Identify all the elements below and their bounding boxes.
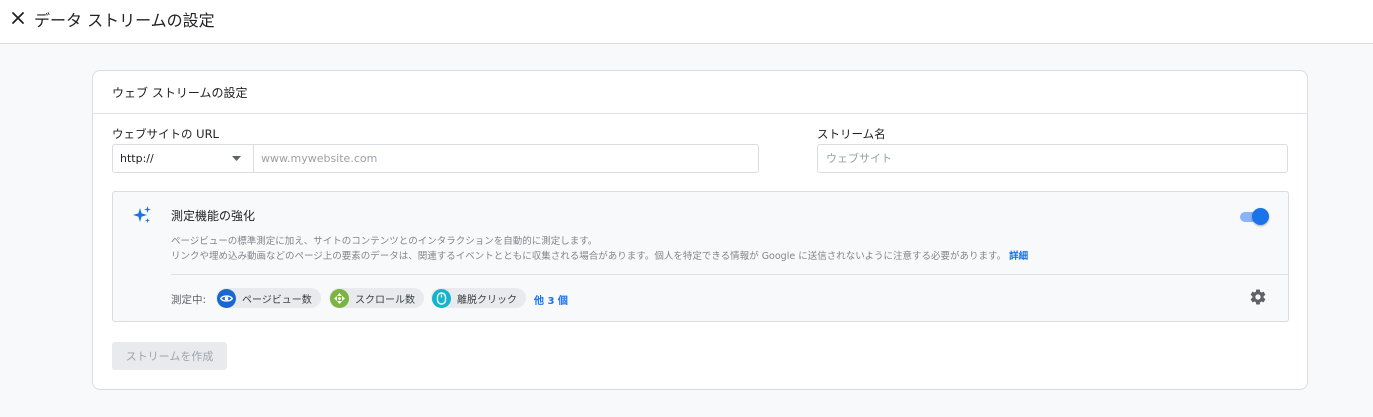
web-stream-settings-card: ウェブ ストリームの設定 ウェブサイトの URL http:// ストリーム名 …	[92, 70, 1308, 390]
enhanced-measurement-toggle[interactable]	[1240, 208, 1270, 226]
card-title: ウェブ ストリームの設定	[112, 86, 248, 100]
url-field-label: ウェブサイトの URL	[112, 127, 219, 141]
chip-outbound-clicks[interactable]: 離脱クリック	[431, 288, 526, 308]
scroll-icon	[330, 288, 349, 308]
website-url-input[interactable]	[254, 145, 758, 172]
measuring-label: 測定中:	[171, 294, 207, 306]
eye-icon	[217, 288, 236, 308]
divider	[171, 274, 1288, 275]
chip-scrolls[interactable]: スクロール数	[329, 288, 424, 308]
enhanced-measurement-title: 測定機能の強化	[171, 209, 256, 223]
stream-name-input[interactable]	[817, 144, 1288, 173]
create-stream-button[interactable]: ストリームを作成	[112, 342, 227, 370]
toggle-knob	[1252, 208, 1269, 225]
stream-name-label: ストリーム名	[817, 127, 886, 141]
top-bar: データ ストリームの設定	[0, 0, 1373, 44]
caret-down-icon	[232, 156, 241, 161]
chip-label: ページビュー数	[242, 294, 312, 306]
settings-button[interactable]	[1249, 288, 1267, 306]
details-link[interactable]: 詳細	[1009, 251, 1028, 262]
enhanced-measurement-description-1: ページビューの標準測定に加え、サイトのコンテンツとのインタラクションを自動的に測…	[171, 236, 598, 247]
protocol-select-value: http://	[120, 152, 154, 165]
mouse-icon	[432, 288, 451, 308]
close-button[interactable]	[9, 9, 27, 27]
enhanced-measurement-panel: 測定機能の強化 ページビューの標準測定に加え、サイトのコンテンツとのインタラクシ…	[112, 191, 1289, 322]
description-line2-text: リンクや埋め込み動画などのページ上の要素のデータは、関連するイベントとともに収集…	[171, 251, 1007, 262]
enhanced-measurement-description-2: リンクや埋め込み動画などのページ上の要素のデータは、関連するイベントとともに収集…	[171, 248, 1028, 262]
chip-label: スクロール数	[355, 294, 415, 306]
protocol-select[interactable]: http://	[113, 145, 254, 172]
chip-label: 離脱クリック	[457, 294, 517, 306]
url-field-group: http://	[112, 144, 759, 173]
chip-page-views[interactable]: ページビュー数	[216, 288, 321, 308]
more-events-link[interactable]: 他 3 個	[534, 292, 568, 307]
page-title: データ ストリームの設定	[34, 11, 215, 30]
sparkle-icon	[133, 206, 151, 223]
gear-icon	[1250, 289, 1266, 305]
card-header: ウェブ ストリームの設定	[93, 71, 1307, 114]
close-icon	[12, 12, 24, 24]
